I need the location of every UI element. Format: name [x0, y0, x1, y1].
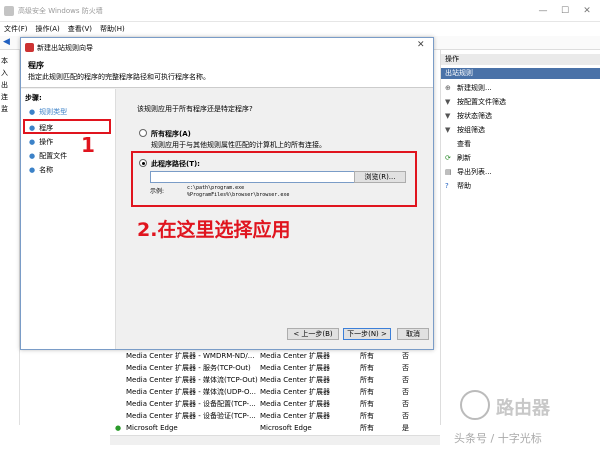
- table-row[interactable]: ● Microsoft Edge Microsoft Edge 所有 是: [110, 422, 440, 434]
- new-outbound-rule-wizard: 新建出站规则向导 ✕ 程序 指定此规则匹配的程序的完整程序路径和可执行程序名称。…: [20, 37, 434, 350]
- close-button[interactable]: ✕: [580, 4, 594, 18]
- page-description: 指定此规则匹配的程序的完整程序路径和可执行程序名称。: [28, 73, 210, 81]
- step-bullet-icon: ●: [29, 166, 36, 174]
- action-filter-state[interactable]: ▼ 按状态筛选: [445, 110, 492, 122]
- watermark: 路由器 头条号 / 十字光标: [440, 390, 600, 457]
- watermark-brand: 路由器: [496, 398, 550, 419]
- dialog-header: 程序 指定此规则匹配的程序的完整程序路径和可执行程序名称。: [21, 56, 433, 88]
- back-button[interactable]: < 上一步(B): [287, 328, 339, 340]
- all-programs-label[interactable]: 所有程序(A): [151, 129, 191, 139]
- action-refresh[interactable]: ⟳ 刷新: [445, 152, 471, 164]
- action-view[interactable]: 查看: [445, 138, 471, 150]
- actions-panel: 操作 出站规则 ⊕ 新建规则... ▼ 按配置文件筛选 ▼ 按状态筛选 ▼ 按组筛选 查…: [440, 50, 600, 425]
- console-tree: 本 入 出 连 监: [0, 50, 20, 425]
- step-bullet-icon: ●: [29, 152, 36, 160]
- tree-item[interactable]: 连: [1, 92, 8, 102]
- minimize-button[interactable]: —: [536, 4, 550, 18]
- menu-help[interactable]: 帮助(H): [96, 22, 129, 36]
- all-programs-radio[interactable]: [139, 129, 147, 137]
- action-export[interactable]: ▤ 导出列表...: [445, 166, 492, 178]
- all-programs-desc: 规则应用于与其他规则属性匹配的计算机上的所有连接。: [151, 141, 326, 149]
- annotation-box-step: [23, 119, 111, 134]
- table-row[interactable]: Media Center 扩展器 - 媒体流(UDP-O... Media Ce…: [110, 386, 440, 398]
- table-row[interactable]: Media Center 扩展器 - 设备配置(TCP-... Media Ce…: [110, 398, 440, 410]
- menu-bar: 文件(F) 操作(A) 查看(V) 帮助(H): [0, 22, 600, 36]
- step-bullet-icon: ●: [29, 138, 36, 146]
- watermark-source: 头条号 / 十字光标: [454, 432, 542, 445]
- action-filter-profile[interactable]: ▼ 按配置文件筛选: [445, 96, 506, 108]
- wizard-steps: 步骤: ● 规则类型 ● 程序 ● 操作 ● 配置文件 ● 名称 1: [21, 89, 116, 349]
- horizontal-scrollbar[interactable]: [110, 435, 440, 445]
- table-row[interactable]: Media Center 扩展器 - WMDRM-ND/... Media Ce…: [110, 350, 440, 362]
- table-row[interactable]: Media Center 扩展器 - 设备验证(TCP-... Media Ce…: [110, 410, 440, 422]
- wizard-content: 该规则应用于所有程序还是特定程序? 所有程序(A) 规则应用于与其他规则属性匹配…: [117, 89, 433, 349]
- back-arrow-icon[interactable]: ◀: [3, 37, 10, 47]
- wizard-icon: [25, 43, 34, 52]
- export-icon: ▤: [445, 168, 452, 176]
- enabled-check-icon: ●: [115, 424, 122, 432]
- dialog-title: 新建出站规则向导: [37, 44, 93, 52]
- firewall-app-icon: [4, 6, 14, 16]
- step-rule-type[interactable]: ● 规则类型: [29, 107, 67, 117]
- action-filter-group[interactable]: ▼ 按组筛选: [445, 124, 485, 136]
- dialog-close-button[interactable]: ✕: [417, 40, 425, 50]
- action-help[interactable]: ? 帮助: [445, 180, 471, 192]
- cancel-button[interactable]: 取消: [397, 328, 429, 340]
- router-logo-icon: [460, 390, 490, 420]
- menu-view[interactable]: 查看(V): [64, 22, 96, 36]
- window-title: 高级安全 Windows 防火墙: [18, 7, 103, 15]
- filter-icon: ▼: [445, 112, 451, 120]
- actions-header: 操作: [441, 54, 600, 65]
- actions-section-outbound[interactable]: 出站规则: [441, 68, 600, 79]
- table-row[interactable]: Media Center 扩展器 - 服务(TCP-Out) Media Cen…: [110, 362, 440, 374]
- window-titlebar: 高级安全 Windows 防火墙 — ☐ ✕: [0, 0, 600, 22]
- menu-file[interactable]: 文件(F): [0, 22, 32, 36]
- annotation-box-path: [131, 151, 417, 207]
- next-button[interactable]: 下一步(N) >: [343, 328, 391, 340]
- steps-header: 步骤:: [25, 94, 42, 102]
- menu-action[interactable]: 操作(A): [32, 22, 64, 36]
- new-rule-icon: ⊕: [445, 84, 451, 92]
- maximize-button[interactable]: ☐: [558, 4, 572, 18]
- step-bullet-icon: ●: [29, 108, 36, 116]
- dialog-titlebar: 新建出站规则向导 ✕: [21, 38, 433, 56]
- help-icon: ?: [445, 182, 449, 190]
- filter-icon: ▼: [445, 98, 451, 106]
- tree-item[interactable]: 入: [1, 68, 8, 78]
- rules-list: Media Center 扩展器 - WMDRM-ND/... Media Ce…: [110, 350, 440, 435]
- action-new-rule[interactable]: ⊕ 新建规则...: [445, 82, 492, 94]
- question-text: 该规则应用于所有程序还是特定程序?: [137, 105, 253, 113]
- step-action[interactable]: ● 操作: [29, 137, 53, 147]
- annotation-step-number: 1: [81, 133, 95, 157]
- refresh-icon: ⟳: [445, 154, 451, 162]
- tree-item[interactable]: 出: [1, 80, 8, 90]
- annotation-instruction: 2.在这里选择应用: [137, 219, 291, 241]
- page-title: 程序: [28, 61, 44, 70]
- filter-icon: ▼: [445, 126, 451, 134]
- tree-item[interactable]: 本: [1, 56, 8, 66]
- step-profile[interactable]: ● 配置文件: [29, 151, 67, 161]
- tree-item[interactable]: 监: [1, 104, 8, 114]
- step-name[interactable]: ● 名称: [29, 165, 53, 175]
- table-row[interactable]: Media Center 扩展器 - 媒体流(TCP-Out) Media Ce…: [110, 374, 440, 386]
